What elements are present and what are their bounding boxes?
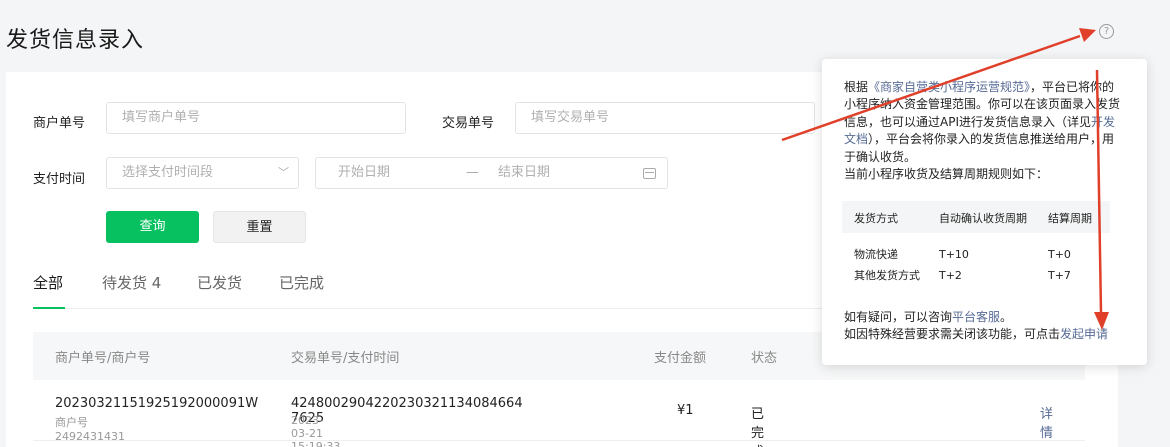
date-range-separator: — — [466, 165, 479, 180]
column-header-merchant: 商户单号/商户号 — [55, 351, 151, 366]
rules-row-express-settle: T+0 — [1048, 248, 1071, 261]
merchant-id-value: 商户号 2492431431 — [55, 416, 125, 443]
merchant-order-label: 商户单号 — [33, 116, 86, 131]
rules-row-other-settle: T+7 — [1048, 269, 1071, 282]
popover-intro: 根据《商家自营类小程序运营规范》，平台已将你的小程序纳入资金管理范围。你可以在该… — [844, 80, 1121, 164]
rules-link[interactable]: 《商家自营类小程序运营规范》 — [868, 80, 1030, 94]
end-date-placeholder: 结束日期 — [498, 165, 551, 180]
popover-current-rule: 当前小程序收货及结算周期规则如下： — [844, 167, 1049, 182]
contact-line: 如有疑问，可以咨询平台客服。 — [844, 310, 1013, 324]
pay-time-label: 支付时间 — [33, 172, 86, 187]
details-link[interactable]: 详情 — [1040, 403, 1053, 441]
start-date-placeholder: 开始日期 — [338, 165, 391, 180]
tab-shipped[interactable]: 已发货 — [197, 272, 242, 293]
annotation-arrowhead-help — [1079, 28, 1096, 42]
active-tab-indicator — [33, 307, 65, 309]
rules-row-express-confirm: T+10 — [939, 248, 969, 261]
rules-header-method: 发货方式 — [854, 212, 898, 225]
column-header-transaction: 交易单号/支付时间 — [291, 351, 400, 366]
date-range-picker[interactable]: 开始日期 — 结束日期 — [315, 157, 668, 189]
transaction-no-label: 交易单号 — [442, 116, 495, 131]
rules-row-other-confirm: T+2 — [939, 269, 962, 282]
popover-footer: 如有疑问，可以咨询平台客服。 如因特殊经营要求需关闭该功能，可点击发起申请 — [844, 309, 1108, 344]
amount-value: ¥1 — [677, 403, 694, 418]
chevron-down-icon: ﹀ — [278, 166, 289, 179]
rules-header-confirm: 自动确认收货周期 — [939, 212, 1027, 225]
apply-line: 如因特殊经营要求需关闭该功能，可点击发起申请 — [844, 327, 1109, 342]
pay-time-range-placeholder: 选择支付时间段 — [122, 165, 214, 180]
reset-button[interactable]: 重置 — [213, 211, 306, 243]
customer-service-link[interactable]: 平台客服 — [952, 310, 1000, 324]
column-header-amount: 支付金额 — [654, 351, 707, 366]
tab-all[interactable]: 全部 — [33, 272, 63, 293]
rules-row-express-method: 物流快递 — [854, 248, 898, 261]
rules-header-settle: 结算周期 — [1048, 212, 1092, 225]
row-divider — [33, 440, 1085, 441]
query-button[interactable]: 查询 — [106, 211, 199, 243]
pay-time-value: 2023-03-21 15:19:33 — [291, 414, 341, 447]
calendar-icon — [643, 168, 656, 179]
tab-completed[interactable]: 已完成 — [279, 272, 324, 293]
pay-time-range-select[interactable]: 选择支付时间段 ﹀ — [106, 157, 299, 189]
merchant-order-value: 20230321151925192000091W — [55, 396, 259, 411]
apply-link[interactable]: 发起申请 — [1060, 327, 1108, 341]
help-icon[interactable]: ? — [1099, 24, 1114, 39]
column-header-status: 状态 — [751, 351, 778, 366]
help-popover: 根据《商家自营类小程序运营规范》，平台已将你的小程序纳入资金管理范围。你可以在该… — [822, 59, 1147, 365]
page-title: 发货信息录入 — [6, 28, 145, 53]
tab-pending-shipment[interactable]: 待发货 4 — [102, 272, 161, 293]
transaction-no-input[interactable]: 填写交易单号 — [515, 102, 815, 134]
rules-row-other-method: 其他发货方式 — [854, 269, 920, 282]
merchant-order-input[interactable]: 填写商户单号 — [106, 102, 406, 134]
